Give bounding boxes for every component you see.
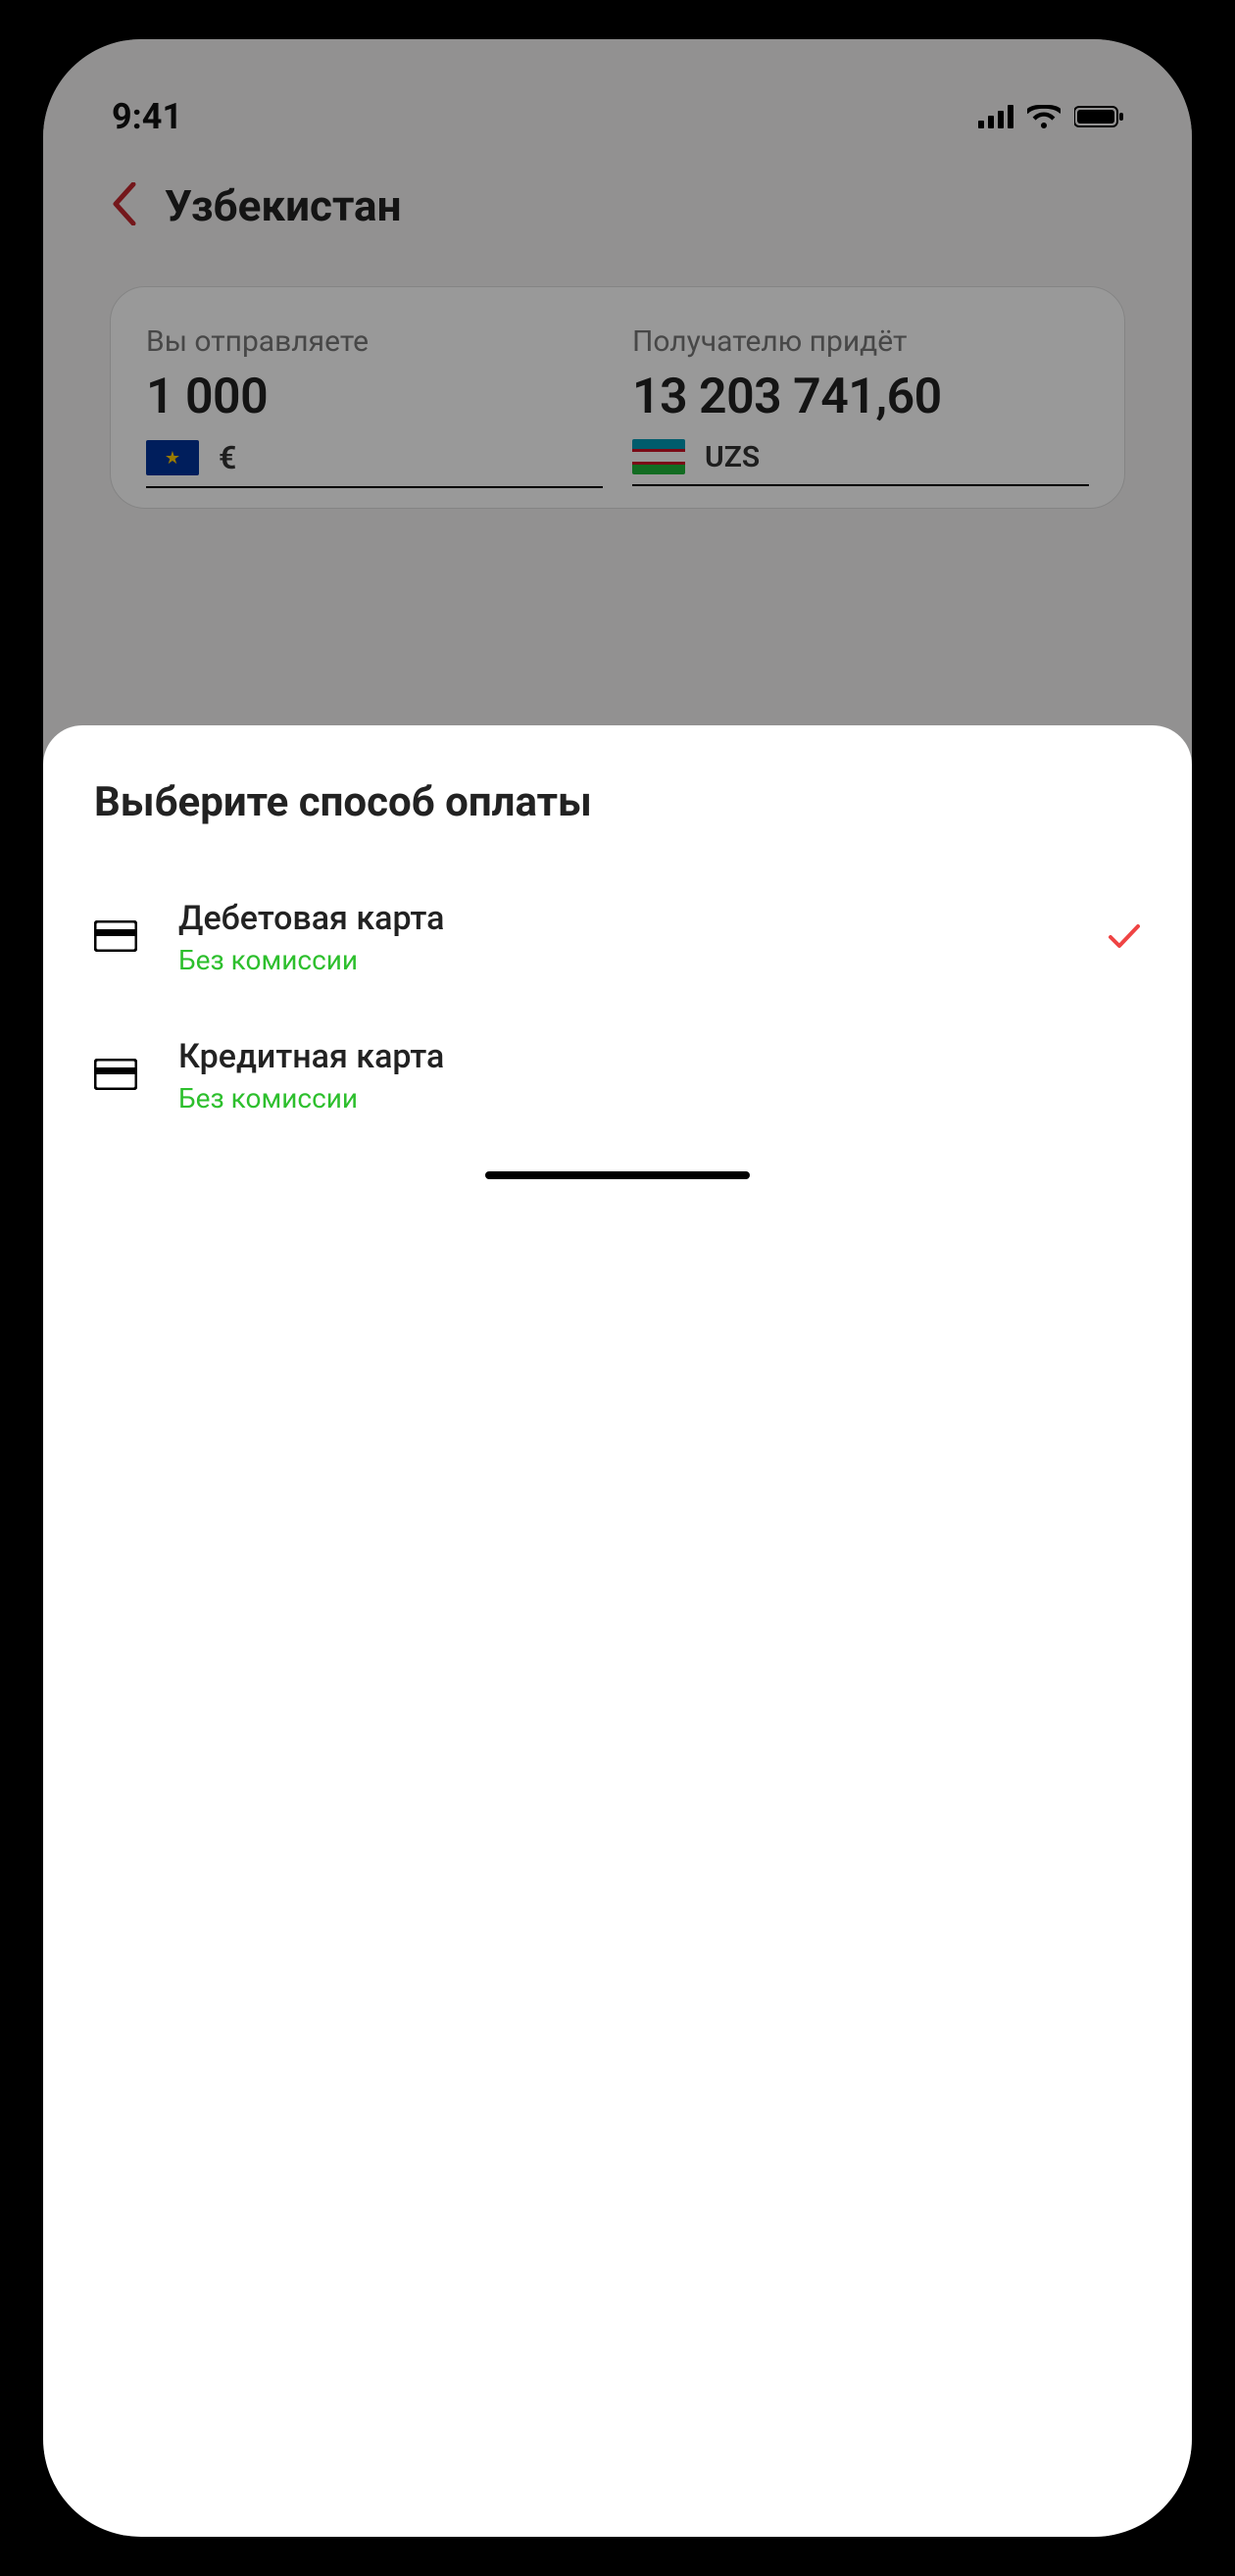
card-icon (94, 1059, 137, 1094)
card-icon (94, 920, 137, 956)
payment-method-sheet: Выберите способ оплаты Дебетовая карта Б… (43, 725, 1192, 2537)
payment-option-title: Дебетовая карта (178, 899, 1066, 938)
payment-option-credit[interactable]: Кредитная карта Без комиссии (94, 1019, 1141, 1132)
sheet-title: Выберите способ оплаты (94, 778, 1141, 826)
payment-option-subtitle: Без комиссии (178, 1082, 1141, 1115)
checkmark-icon (1108, 922, 1141, 954)
home-indicator[interactable] (485, 1171, 750, 1179)
payment-option-subtitle: Без комиссии (178, 944, 1066, 976)
payment-option-debit[interactable]: Дебетовая карта Без комиссии (94, 881, 1141, 994)
payment-option-title: Кредитная карта (178, 1037, 1141, 1076)
